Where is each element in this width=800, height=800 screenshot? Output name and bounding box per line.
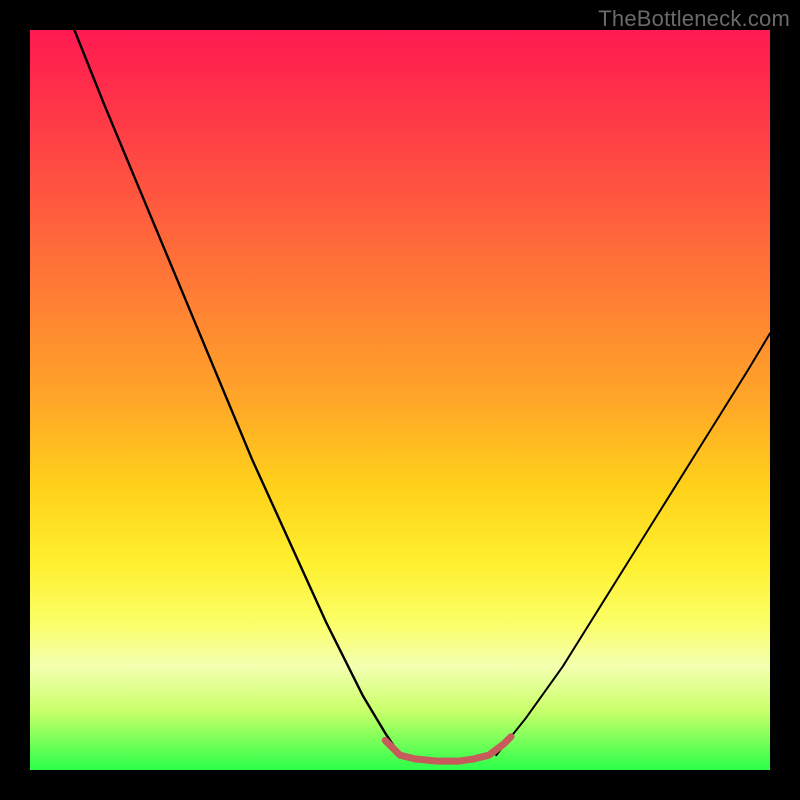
curve-overlay xyxy=(30,30,770,770)
chart-frame: TheBottleneck.com xyxy=(0,0,800,800)
valley-floor-curve xyxy=(385,737,511,761)
watermark-text: TheBottleneck.com xyxy=(598,6,790,32)
right-ascending-curve xyxy=(496,333,770,755)
plot-area xyxy=(30,30,770,770)
left-descending-curve xyxy=(74,30,400,755)
